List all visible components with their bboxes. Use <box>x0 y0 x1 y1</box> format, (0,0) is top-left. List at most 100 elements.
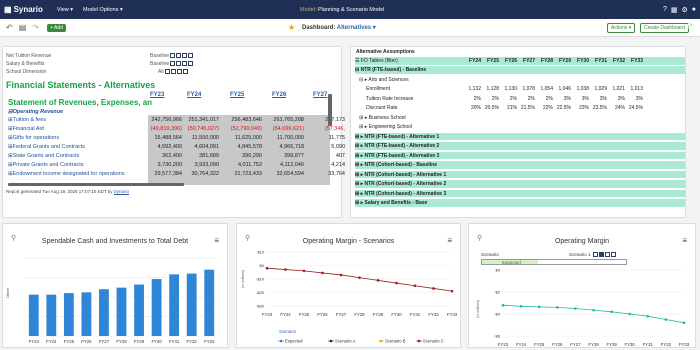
assumption-value[interactable]: 22% <box>535 105 553 111</box>
assumption-value[interactable]: 23% <box>571 105 589 111</box>
assumption-row[interactable]: ⊞ ▸ Engineering School <box>355 123 685 132</box>
chart-menu-icon[interactable]: ≡ <box>447 236 452 245</box>
assumption-value[interactable]: 21% <box>499 105 517 111</box>
assumption-row[interactable]: ⊞ ▸ NTR (Cohort-based) - Alternative 3 <box>355 189 685 198</box>
forward-icon[interactable]: ↷ <box>32 23 39 32</box>
col-fy23[interactable]: FY23 <box>150 92 164 98</box>
assumption-value[interactable]: 1,021 <box>607 86 625 92</box>
section-operating-revenue[interactable]: ⊟Operating Revenue <box>8 109 63 117</box>
expand-icon[interactable]: ⤢ <box>688 23 693 29</box>
year-header: FY28 <box>541 58 553 64</box>
scenario-selector[interactable]: Scenario 1 <box>569 252 616 258</box>
row-label: ⊞Gifts for operations <box>8 135 60 141</box>
assumption-value[interactable]: 22.5% <box>553 105 571 111</box>
assumption-value[interactable]: 1,013 <box>625 86 643 92</box>
favorite-star-icon[interactable]: ★ <box>288 23 295 32</box>
document-icon[interactable]: ▤ <box>19 23 27 32</box>
assumption-value[interactable]: 20% <box>463 105 481 111</box>
row-label: ⊞Endowment income designated for operati… <box>8 171 125 177</box>
filter-net-tuition[interactable]: Net Tuition Revenue Baseline <box>6 52 194 60</box>
legend-label: Scenario B <box>385 339 406 344</box>
assumption-value[interactable]: 1,128 <box>481 86 499 92</box>
assumption-row[interactable]: ⊞ ▸ NTR (Cohort-based) - Alternative 1 <box>355 170 685 179</box>
year-header: FY27 <box>523 58 535 64</box>
col-fy24[interactable]: FY24 <box>187 92 201 98</box>
x-tick-label: FY30 <box>625 342 636 347</box>
assumption-value[interactable]: 1,029 <box>589 86 607 92</box>
assumption-value[interactable]: 3% <box>625 96 643 102</box>
assumption-value[interactable]: 24.5% <box>625 105 643 111</box>
assumption-label: ⊞ ▸ Engineering School <box>355 124 413 130</box>
col-fy25[interactable]: FY25 <box>230 92 244 98</box>
user-icon[interactable]: ● <box>692 6 696 14</box>
assumption-row[interactable]: ⊞ ▸ NTR (FTE-based) - Alternative 1 <box>355 132 685 141</box>
data-point <box>302 269 306 273</box>
assumption-value[interactable]: 23.5% <box>589 105 607 111</box>
grid-apps-icon[interactable]: ▦ <box>671 6 678 14</box>
add-button[interactable]: + Add <box>46 23 66 32</box>
vertical-scrollbar[interactable] <box>328 94 332 126</box>
dashboard-selector[interactable]: Dashboard: Alternatives ▾ <box>302 24 376 31</box>
assumption-row[interactable]: ⊞ ▸ NTR (Cohort-based) - Baseline <box>355 161 685 170</box>
assumption-value[interactable]: 3% <box>553 96 571 102</box>
assumption-label: ⊞ ▸ NTR (Cohort-based) - Baseline <box>355 162 437 168</box>
row-value: 4,011,752 <box>237 162 262 168</box>
assumption-row[interactable]: ⊞ ▸ Salary and Benefits - Base <box>355 199 685 208</box>
assumption-value[interactable]: 3% <box>607 96 625 102</box>
bar <box>169 274 180 336</box>
col-fy27[interactable]: FY27 <box>313 92 327 98</box>
assumption-row[interactable]: ⊞ ▸ NTR (FTE-based) - Alternative 3 <box>355 151 685 160</box>
horizontal-scrollbar[interactable] <box>8 183 184 186</box>
x-tick-label: FY26 <box>81 339 92 344</box>
assumption-value[interactable]: 1,046 <box>553 86 571 92</box>
assumption-value[interactable]: 3% <box>589 96 607 102</box>
assumption-row[interactable]: Enrollment 1,132 1,128 1,130 1,078 1,054 1,046… <box>355 85 685 94</box>
row-label: ⊞State Grants and Contracts <box>8 153 80 159</box>
row-value: 11,550,000 <box>191 135 219 141</box>
data-point <box>501 303 505 307</box>
assumption-value[interactable]: 1,078 <box>517 86 535 92</box>
back-icon[interactable]: ↶ <box>6 23 13 32</box>
actions-button[interactable]: Actions ▾ <box>607 23 636 33</box>
assumption-row[interactable]: ⊟ ▸ Arts and Sciences <box>355 76 685 84</box>
assumption-value[interactable]: 21.5% <box>517 105 535 111</box>
assumption-row[interactable]: ⊞ ▸ Business School <box>355 114 685 122</box>
model-options-menu[interactable]: Model Options ▾ <box>83 7 123 13</box>
assumption-row[interactable]: ⊞ ▸ NTR (Cohort-based) - Alternative 2 <box>355 180 685 189</box>
y-tick-label: -$20 <box>256 290 265 295</box>
data-point <box>358 276 361 279</box>
fo-tables-filter[interactable]: ☰ FO Tables (filter) <box>355 58 398 64</box>
filter-salary-benefits[interactable]: Salary & Benefits Baseline <box>6 60 194 68</box>
app-logo[interactable]: ▦ Synario <box>4 5 43 14</box>
assumption-value[interactable]: 2% <box>463 96 481 102</box>
assumption-value[interactable]: 2% <box>481 96 499 102</box>
legend-label: Scenario A <box>335 339 355 344</box>
help-icon[interactable]: ? <box>663 6 667 14</box>
x-tick-label: FY33 <box>679 342 690 347</box>
assumption-value[interactable]: 3% <box>571 96 589 102</box>
assumption-value[interactable]: 1,038 <box>571 86 589 92</box>
create-dashboard-button[interactable]: Create Dashboard <box>640 23 689 33</box>
assumption-value[interactable]: 2% <box>517 96 535 102</box>
assumption-value[interactable]: 2% <box>535 96 553 102</box>
assumption-value[interactable]: 20.5% <box>481 105 499 111</box>
assumption-row[interactable]: Tuition Rate Increase 2% 2% 2% 2% 2% 3% 3% 3% 3% 3… <box>355 95 685 103</box>
chart-menu-icon[interactable]: ≡ <box>214 236 219 245</box>
data-point <box>610 310 613 314</box>
assumption-row[interactable]: ⊞ ▸ NTR (FTE-based) - Alternative 2 <box>355 142 685 151</box>
col-fy26[interactable]: FY26 <box>272 92 286 98</box>
assumption-value[interactable]: 1,130 <box>499 86 517 92</box>
assumption-value[interactable]: 24% <box>607 105 625 111</box>
filter-school-dimension[interactable]: School Dimension All <box>6 68 188 76</box>
assumption-label: ⊞ ▸ NTR (FTE-based) - Alternative 3 <box>355 152 440 159</box>
assumption-value[interactable]: 1,132 <box>463 86 481 92</box>
x-tick-label: FY31 <box>169 339 180 344</box>
assumption-value[interactable]: 1,054 <box>535 86 553 92</box>
gear-icon[interactable]: ⚙ <box>681 6 687 14</box>
view-menu[interactable]: View ▾ <box>57 7 73 13</box>
assumption-value[interactable]: 2% <box>499 96 517 102</box>
chart-menu-icon[interactable]: ≡ <box>682 236 687 245</box>
assumption-row[interactable]: ⊟ NTR (FTE-based) - Baseline <box>355 66 685 75</box>
assumption-row[interactable]: Discount Rate 20% 20.5% 21% 21.5% 22% 22.5% 23%… <box>355 104 685 113</box>
y-tick-label: -$10 <box>256 277 265 282</box>
